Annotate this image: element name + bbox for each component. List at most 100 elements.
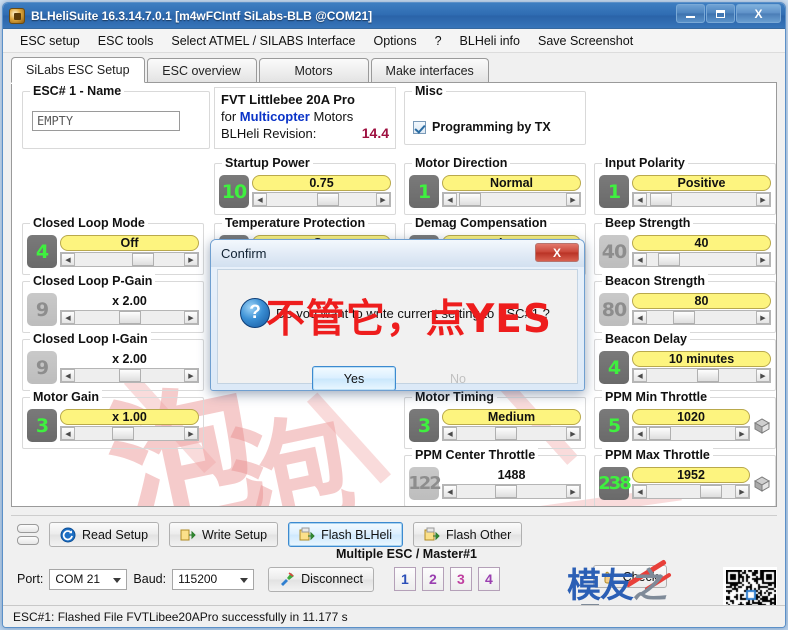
- slider-track-motor-timing[interactable]: [457, 427, 566, 440]
- slider-right-arrow-ppm-center-throttle[interactable]: ▶: [566, 485, 580, 498]
- slider-left-arrow-closed-loop-i-gain[interactable]: ◀: [61, 369, 75, 382]
- slider-thumb-closed-loop-p-gain[interactable]: [118, 311, 141, 324]
- slider-beacon-strength[interactable]: ◀ ▶: [632, 310, 771, 325]
- stack-icon[interactable]: [17, 521, 39, 549]
- slider-thumb-closed-loop-i-gain[interactable]: [118, 369, 141, 382]
- write-setup-button[interactable]: Write Setup: [169, 522, 279, 547]
- esc-name-input[interactable]: EMPTY: [32, 111, 180, 131]
- tab-esc-overview[interactable]: ESC overview: [146, 58, 257, 82]
- tab-silabs-esc-setup[interactable]: SiLabs ESC Setup: [11, 57, 145, 83]
- flash-blheli-button[interactable]: Flash BLHeli: [288, 522, 403, 547]
- slider-startup-power[interactable]: ◀ ▶: [252, 192, 391, 207]
- flash-other-button[interactable]: Flash Other: [412, 522, 523, 547]
- esc-button-3[interactable]: 3: [449, 567, 472, 591]
- slider-beep-strength[interactable]: ◀ ▶: [632, 252, 771, 267]
- dialog-no-button[interactable]: No: [428, 366, 488, 390]
- slider-right-arrow-closed-loop-p-gain[interactable]: ▶: [184, 311, 198, 324]
- check-button[interactable]: Check: [592, 565, 667, 588]
- slider-left-arrow-closed-loop-mode[interactable]: ◀: [61, 253, 75, 266]
- menu-esc-tools[interactable]: ESC tools: [89, 31, 163, 51]
- slider-track-beep-strength[interactable]: [647, 253, 756, 266]
- esc-button-4[interactable]: 4: [477, 567, 500, 591]
- slider-motor-gain[interactable]: ◀ ▶: [60, 426, 199, 441]
- slider-motor-timing[interactable]: ◀ ▶: [442, 426, 581, 441]
- slider-left-arrow-ppm-max-throttle[interactable]: ◀: [633, 485, 647, 498]
- slider-left-arrow-closed-loop-p-gain[interactable]: ◀: [61, 311, 75, 324]
- slider-track-beacon-delay[interactable]: [647, 369, 756, 382]
- slider-thumb-ppm-center-throttle[interactable]: [495, 485, 518, 498]
- slider-left-arrow-beep-strength[interactable]: ◀: [633, 253, 647, 266]
- menu-blheli-info[interactable]: BLHeli info: [451, 31, 529, 51]
- save-icon-ppm-min-throttle[interactable]: [753, 417, 771, 435]
- slider-right-arrow-motor-timing[interactable]: ▶: [566, 427, 580, 440]
- slider-closed-loop-i-gain[interactable]: ◀ ▶: [60, 368, 199, 383]
- slider-thumb-startup-power[interactable]: [317, 193, 340, 206]
- slider-left-arrow-startup-power[interactable]: ◀: [253, 193, 267, 206]
- read-setup-button[interactable]: Read Setup: [49, 522, 160, 547]
- slider-right-arrow-ppm-max-throttle[interactable]: ▶: [735, 485, 749, 498]
- slider-left-arrow-motor-direction[interactable]: ◀: [443, 193, 457, 206]
- minimize-button[interactable]: [676, 4, 705, 23]
- slider-track-closed-loop-i-gain[interactable]: [75, 369, 184, 382]
- slider-right-arrow-beep-strength[interactable]: ▶: [756, 253, 770, 266]
- slider-track-closed-loop-p-gain[interactable]: [75, 311, 184, 324]
- slider-right-arrow-beacon-strength[interactable]: ▶: [756, 311, 770, 324]
- tab-motors[interactable]: Motors: [258, 58, 369, 82]
- slider-ppm-min-throttle[interactable]: ◀ ▶: [632, 426, 750, 441]
- slider-thumb-ppm-min-throttle[interactable]: [648, 427, 671, 440]
- slider-track-input-polarity[interactable]: [647, 193, 756, 206]
- slider-right-arrow-motor-gain[interactable]: ▶: [184, 427, 198, 440]
- slider-left-arrow-beacon-delay[interactable]: ◀: [633, 369, 647, 382]
- programming-by-tx-checkbox[interactable]: [413, 120, 426, 134]
- slider-thumb-beacon-strength[interactable]: [673, 311, 696, 324]
- programming-by-tx-row[interactable]: Programming by TX: [413, 120, 551, 134]
- slider-right-arrow-beacon-delay[interactable]: ▶: [756, 369, 770, 382]
- slider-left-arrow-input-polarity[interactable]: ◀: [633, 193, 647, 206]
- slider-thumb-ppm-max-throttle[interactable]: [699, 485, 722, 498]
- slider-track-motor-direction[interactable]: [457, 193, 566, 206]
- slider-input-polarity[interactable]: ◀ ▶: [632, 192, 771, 207]
- menu-save-screenshot[interactable]: Save Screenshot: [529, 31, 642, 51]
- slider-left-arrow-ppm-center-throttle[interactable]: ◀: [443, 485, 457, 498]
- baud-select[interactable]: 115200: [172, 568, 255, 590]
- slider-right-arrow-motor-direction[interactable]: ▶: [566, 193, 580, 206]
- close-button[interactable]: X: [736, 4, 781, 23]
- dialog-close-button[interactable]: X: [535, 243, 579, 262]
- slider-ppm-center-throttle[interactable]: ◀ ▶: [442, 484, 581, 499]
- esc-button-2[interactable]: 2: [421, 567, 444, 591]
- slider-thumb-motor-gain[interactable]: [111, 427, 134, 440]
- slider-beacon-delay[interactable]: ◀ ▶: [632, 368, 771, 383]
- port-select[interactable]: COM 21: [49, 568, 128, 590]
- slider-ppm-max-throttle[interactable]: ◀ ▶: [632, 484, 750, 499]
- slider-track-ppm-min-throttle[interactable]: [647, 427, 735, 440]
- slider-right-arrow-input-polarity[interactable]: ▶: [756, 193, 770, 206]
- slider-right-arrow-closed-loop-i-gain[interactable]: ▶: [184, 369, 198, 382]
- slider-right-arrow-ppm-min-throttle[interactable]: ▶: [735, 427, 749, 440]
- menu-select-interface[interactable]: Select ATMEL / SILABS Interface: [162, 31, 364, 51]
- slider-closed-loop-mode[interactable]: ◀ ▶: [60, 252, 199, 267]
- slider-track-motor-gain[interactable]: [75, 427, 184, 440]
- slider-track-beacon-strength[interactable]: [647, 311, 756, 324]
- slider-track-ppm-max-throttle[interactable]: [647, 485, 735, 498]
- dialog-yes-button[interactable]: Yes: [312, 366, 396, 390]
- slider-thumb-input-polarity[interactable]: [649, 193, 672, 206]
- slider-thumb-closed-loop-mode[interactable]: [132, 253, 155, 266]
- menu-help[interactable]: ?: [426, 31, 451, 51]
- tab-make-interfaces[interactable]: Make interfaces: [370, 58, 489, 82]
- slider-thumb-motor-timing[interactable]: [495, 427, 518, 440]
- slider-track-ppm-center-throttle[interactable]: [457, 485, 566, 498]
- slider-track-startup-power[interactable]: [267, 193, 376, 206]
- slider-right-arrow-startup-power[interactable]: ▶: [376, 193, 390, 206]
- maximize-button[interactable]: [706, 4, 735, 23]
- slider-right-arrow-closed-loop-mode[interactable]: ▶: [184, 253, 198, 266]
- slider-left-arrow-motor-gain[interactable]: ◀: [61, 427, 75, 440]
- menu-esc-setup[interactable]: ESC setup: [11, 31, 89, 51]
- slider-left-arrow-motor-timing[interactable]: ◀: [443, 427, 457, 440]
- slider-thumb-beacon-delay[interactable]: [697, 369, 720, 382]
- esc-button-1[interactable]: 1: [393, 567, 416, 591]
- slider-left-arrow-beacon-strength[interactable]: ◀: [633, 311, 647, 324]
- disconnect-button[interactable]: Disconnect: [268, 566, 374, 592]
- slider-closed-loop-p-gain[interactable]: ◀ ▶: [60, 310, 199, 325]
- slider-left-arrow-ppm-min-throttle[interactable]: ◀: [633, 427, 647, 440]
- slider-track-closed-loop-mode[interactable]: [75, 253, 184, 266]
